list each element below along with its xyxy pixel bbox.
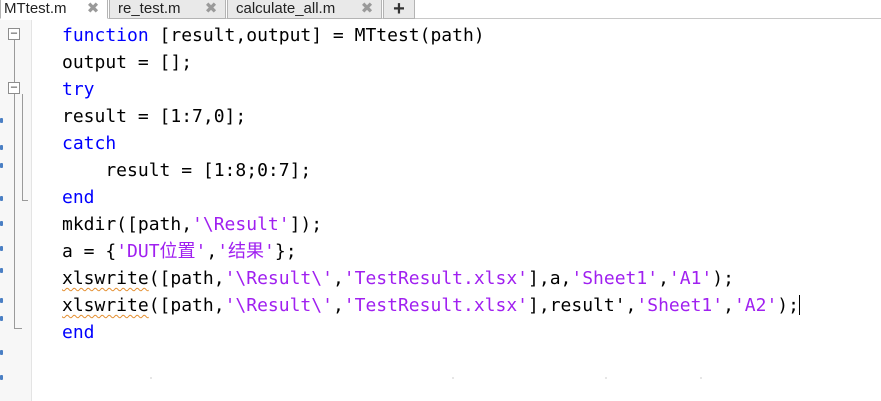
- close-tab-icon[interactable]: ✖: [360, 1, 374, 17]
- code-token: output = [];: [62, 52, 193, 73]
- code-token: ,: [206, 241, 218, 262]
- keyword-token: catch: [62, 133, 117, 154]
- tab-label: calculate_all.m: [236, 0, 336, 17]
- code-line[interactable]: output = [];: [62, 49, 800, 76]
- code-token: ([path,: [148, 268, 225, 289]
- keyword-token: end: [62, 322, 95, 343]
- string-token: 'DUT位置': [116, 241, 207, 262]
- change-marker: [0, 268, 3, 273]
- editor-tab-bar: MTtest.m ✖ re_test.m ✖ calculate_all.m ✖…: [0, 0, 881, 19]
- tab-mttest[interactable]: MTtest.m ✖: [0, 0, 108, 19]
- string-token: 'TestResult.xlsx': [343, 295, 529, 316]
- code-line[interactable]: xlswrite([path,'\Result\','TestResult.xl…: [62, 292, 800, 319]
- change-marker: [0, 316, 3, 321]
- tab-calculate-all[interactable]: calculate_all.m ✖: [227, 0, 382, 19]
- change-marker: [0, 118, 3, 123]
- text-cursor: [798, 295, 800, 315]
- string-token: 'A2': [733, 295, 778, 316]
- code-line[interactable]: result = [1:7,0];: [62, 103, 800, 130]
- code-token: ([path,: [148, 295, 225, 316]
- editor-bg-dot: [452, 377, 454, 379]
- string-token: '结果': [217, 241, 275, 262]
- change-marker: [0, 221, 3, 226]
- code-token: };: [274, 241, 297, 262]
- new-tab-button[interactable]: +: [383, 0, 415, 19]
- string-token: '\Result\': [224, 268, 333, 289]
- close-tab-icon[interactable]: ✖: [204, 1, 218, 17]
- code-line[interactable]: function [result,output] = MTtest(path): [62, 22, 800, 49]
- change-marker: [0, 298, 3, 303]
- code-token: result = [1:7,0];: [62, 106, 247, 127]
- keyword-token: function: [62, 25, 149, 46]
- code-line[interactable]: try: [62, 76, 800, 103]
- code-token: ]);: [289, 214, 323, 235]
- code-token: ],a,: [528, 268, 572, 289]
- string-token: '\Result\': [224, 295, 333, 316]
- keyword-token: try: [62, 79, 95, 100]
- code-editor[interactable]: function [result,output] = MTtest(path) o…: [62, 22, 800, 346]
- tab-label: re_test.m: [118, 0, 181, 17]
- code-token: );: [712, 268, 734, 289]
- string-token: 'Sheet1': [571, 268, 659, 289]
- tab-re-test[interactable]: re_test.m ✖: [109, 0, 226, 19]
- change-marker: [0, 163, 3, 168]
- code-line[interactable]: result = [1:8;0:7];: [62, 157, 800, 184]
- string-token: 'Sheet1': [636, 295, 724, 316]
- code-token: ,: [658, 268, 669, 289]
- keyword-token: end: [62, 187, 95, 208]
- code-line[interactable]: end: [62, 319, 800, 346]
- warning-token: xlswrite: [62, 295, 149, 316]
- code-token: ],result',: [528, 295, 637, 316]
- code-token: mkdir([path,: [62, 214, 193, 235]
- code-token: );: [777, 295, 799, 316]
- change-marker: [0, 350, 3, 355]
- tab-label: MTtest.m: [4, 0, 67, 17]
- fold-try-end: [22, 200, 28, 201]
- code-line[interactable]: xlswrite([path,'\Result\','TestResult.xl…: [62, 265, 800, 292]
- code-line[interactable]: a = {'DUT位置','结果'};: [62, 238, 800, 265]
- code-token: result = [1:8;0:7];: [62, 160, 312, 181]
- code-token: ,: [332, 295, 344, 316]
- close-tab-icon[interactable]: ✖: [86, 1, 100, 17]
- change-marker: [0, 145, 3, 150]
- change-marker: [0, 375, 3, 380]
- string-token: '\Result': [192, 214, 290, 235]
- string-token: 'A1': [668, 268, 713, 289]
- code-token: a = {: [62, 241, 117, 262]
- change-marker: [0, 196, 3, 201]
- change-marker: [0, 246, 3, 251]
- code-line[interactable]: catch: [62, 130, 800, 157]
- editor-bg-dot: [150, 377, 152, 379]
- fold-function-icon[interactable]: −: [8, 27, 20, 40]
- warning-token: xlswrite: [62, 268, 149, 289]
- fold-try-line: [22, 94, 23, 200]
- string-token: 'TestResult.xlsx': [343, 268, 529, 289]
- editor-bg-dot: [700, 377, 702, 379]
- fold-try-icon[interactable]: −: [8, 81, 20, 94]
- code-token: [result,output] = MTtest(path): [148, 25, 485, 46]
- code-line[interactable]: mkdir([path,'\Result']);: [62, 211, 800, 238]
- code-folding-gutter: − −: [0, 20, 32, 401]
- code-token: ,: [332, 268, 344, 289]
- fold-function-end: [14, 328, 22, 329]
- code-token: ,: [723, 295, 734, 316]
- code-line[interactable]: end: [62, 184, 800, 211]
- editor-bg-dot: [605, 377, 607, 379]
